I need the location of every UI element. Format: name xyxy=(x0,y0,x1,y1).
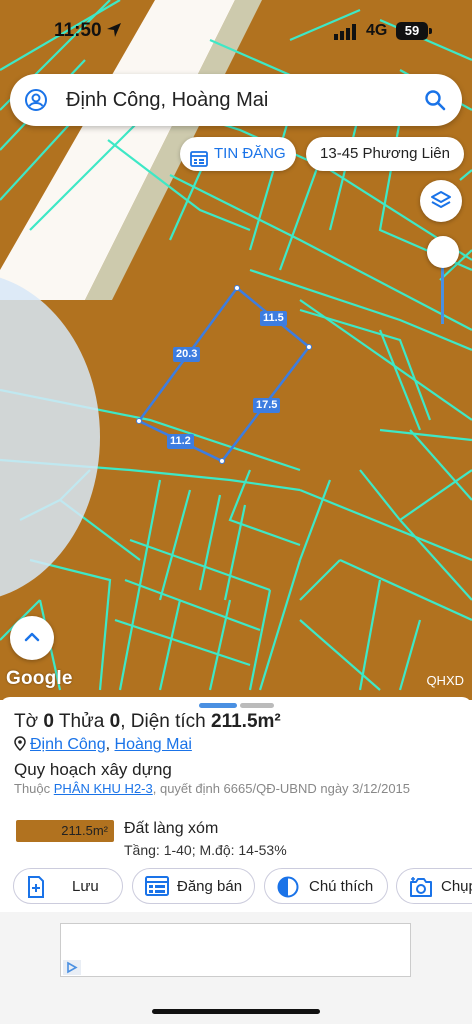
layers-button[interactable] xyxy=(420,180,462,222)
battery-icon: 59 xyxy=(396,22,432,40)
search-query[interactable]: Định Công, Hoàng Mai xyxy=(66,89,268,112)
account-icon[interactable] xyxy=(24,88,48,117)
search-bar[interactable]: Định Công, Hoàng Mai xyxy=(10,74,462,126)
search-icon[interactable] xyxy=(424,89,446,116)
parcel-dimension-label: 11.2 xyxy=(167,434,194,449)
parcel-dimension-label: 20.3 xyxy=(173,347,201,362)
planning-heading: Quy hoạch xây dựng xyxy=(14,760,172,779)
ad-area xyxy=(0,912,472,1024)
land-meta: Tầng: 1-40; M.độ: 14-53% xyxy=(124,842,287,858)
ad-banner[interactable] xyxy=(60,923,411,977)
bookmark-plus-icon xyxy=(28,876,44,898)
ward-link[interactable]: Định Công xyxy=(30,736,106,753)
sheet-handle-active[interactable] xyxy=(199,703,237,708)
planning-zone-link[interactable]: PHÂN KHU H2-3 xyxy=(54,781,153,796)
save-button[interactable]: Lưu xyxy=(13,868,123,904)
camera-plus-icon xyxy=(410,877,432,897)
sell-listing-button[interactable]: Đăng bán xyxy=(132,868,255,904)
status-time: 11:50 xyxy=(54,20,102,41)
capture-button[interactable]: Chụp xyxy=(396,868,472,904)
planning-description: Thuộc PHÂN KHU H2-3, quyết định 6665/QĐ-… xyxy=(14,781,411,796)
map-view[interactable]: 20.3 11.5 17.5 11.2 11:50 4G 59 Định Côn… xyxy=(0,0,472,700)
land-type: Đất làng xóm xyxy=(124,820,219,837)
status-bar: 11:50 4G 59 xyxy=(0,0,472,62)
news-chip-label: TIN ĐĂNG xyxy=(214,145,286,162)
signal-bars-icon xyxy=(334,24,360,45)
half-circle-icon xyxy=(277,876,299,898)
listing-icon xyxy=(145,876,169,896)
sheet-handle[interactable] xyxy=(240,703,274,708)
map-layer-label: QHXD xyxy=(426,673,464,688)
parcel-address: Định Công, Hoàng Mai xyxy=(14,736,192,756)
layers-icon xyxy=(431,191,451,208)
battery-level: 59 xyxy=(404,23,420,38)
parcel-dimension-label: 11.5 xyxy=(260,311,287,326)
ad-choices-icon[interactable] xyxy=(63,960,81,975)
news-listing-chip[interactable]: TIN ĐĂNG xyxy=(180,137,296,171)
network-type: 4G xyxy=(366,22,388,39)
land-area-badge: 211.5m² xyxy=(16,820,114,842)
parcel-title: Tờ 0 Thửa 0, Diện tích 211.5m² xyxy=(14,711,281,732)
address-chip[interactable]: 13-45 Phương Liên xyxy=(306,137,464,171)
parcel-info-sheet[interactable]: Tờ 0 Thửa 0, Diện tích 211.5m² Định Công… xyxy=(0,697,472,912)
legend-button[interactable]: Chú thích xyxy=(264,868,388,904)
action-bar: Lưu Đăng bán Chú thích Chụ xyxy=(0,868,472,906)
opacity-slider-thumb[interactable] xyxy=(427,236,459,268)
location-pin-icon xyxy=(14,736,26,756)
google-logo: Google xyxy=(6,668,73,689)
district-link[interactable]: Hoàng Mai xyxy=(115,736,192,753)
home-indicator xyxy=(152,1009,320,1014)
chevron-up-icon xyxy=(24,632,40,642)
location-arrow-icon xyxy=(106,22,122,43)
parcel-dimension-label: 17.5 xyxy=(253,398,281,413)
calendar-icon xyxy=(190,146,208,180)
expand-up-button[interactable] xyxy=(10,616,54,660)
